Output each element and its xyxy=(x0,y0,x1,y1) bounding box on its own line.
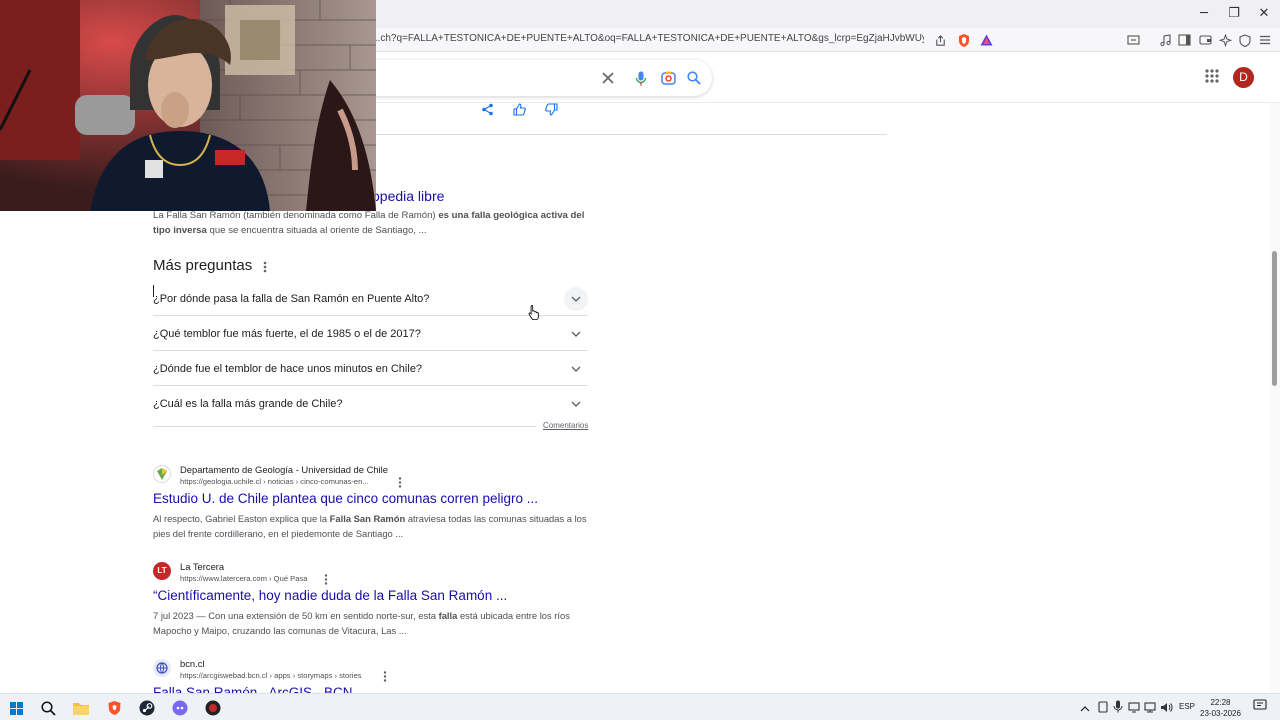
close-window-button[interactable]: ✕ xyxy=(1248,0,1280,28)
result-source: bcn.cl xyxy=(180,658,205,669)
people-also-ask-heading: Más preguntas xyxy=(153,257,253,274)
snippet-bold-text: falla xyxy=(438,610,458,621)
maximize-button[interactable]: ❐ xyxy=(1218,0,1250,28)
result-cite: https://geologia.uchile.cl › noticias › … xyxy=(180,477,369,486)
minimize-button[interactable]: ─ xyxy=(1188,0,1220,28)
menu-icon[interactable] xyxy=(1256,31,1274,49)
paa-question-text[interactable]: ¿Por dónde pasa la falla de San Ramón en… xyxy=(153,293,429,305)
result-menu-icon[interactable] xyxy=(324,572,330,585)
more-options-icon[interactable] xyxy=(263,260,271,274)
share-icon[interactable] xyxy=(931,31,949,49)
snippet-text: 7 jul 2023 — Con una extensión de 50 km … xyxy=(153,610,439,621)
result-menu-icon[interactable] xyxy=(398,475,404,488)
feedback-link[interactable]: Comentarios xyxy=(543,421,588,430)
file-explorer-icon[interactable] xyxy=(70,697,92,719)
result-title-link[interactable]: Falla San Ramón - ArcGIS - BCN xyxy=(153,685,353,693)
search-box[interactable] xyxy=(360,60,712,96)
result-snippet: 7 jul 2023 — Con una extensión de 50 km … xyxy=(153,608,593,638)
windows-start-icon[interactable] xyxy=(5,697,27,719)
tab-search-icon[interactable] xyxy=(1124,31,1142,49)
clock-date: 23-03-2026 xyxy=(1200,709,1241,718)
webcam-overlay xyxy=(0,0,376,211)
result-source: Departamento de Geología - Universidad d… xyxy=(180,464,388,475)
tray-app-icon[interactable] xyxy=(1097,700,1111,714)
paa-question-text[interactable]: ¿Cuál es la falla más grande de Chile? xyxy=(153,398,343,410)
share-result-icon[interactable] xyxy=(481,103,495,117)
paa-question[interactable]: ¿Dónde fue el temblor de hace unos minut… xyxy=(153,351,588,386)
sidebar-icon[interactable] xyxy=(1175,31,1193,49)
input-language[interactable]: ESP xyxy=(1179,702,1195,711)
search-icon[interactable] xyxy=(685,69,703,87)
windows-taskbar: ESP 22:28 23-03-2026 xyxy=(0,693,1280,720)
result-cite: https://www.latercera.com › Qué Pasa xyxy=(180,574,308,583)
result-title-link[interactable]: Estudio U. de Chile plantea que cinco co… xyxy=(153,491,538,506)
thumbs-up-icon[interactable] xyxy=(513,103,527,117)
network-icon[interactable] xyxy=(1144,700,1158,714)
result-cite: https://arcgiswebad.bcn.cl › apps › stor… xyxy=(180,671,362,680)
thumbs-down-icon[interactable] xyxy=(545,103,559,117)
paa-question-text[interactable]: ¿Dónde fue el temblor de hace unos minut… xyxy=(153,363,422,375)
scrollbar-thumb[interactable] xyxy=(1272,251,1277,386)
brave-rewards-icon[interactable] xyxy=(977,31,995,49)
result-menu-icon[interactable] xyxy=(383,669,389,682)
system-clock[interactable]: 22:28 23-03-2026 xyxy=(1198,697,1243,719)
snippet-text: Al respecto, Gabriel Easton explica que … xyxy=(153,513,330,524)
url-text[interactable]: ...ch?q=FALLA+TESTONICA+DE+PUENTE+ALTO&o… xyxy=(372,33,924,44)
discord-icon[interactable] xyxy=(169,697,191,719)
chevron-down-icon[interactable] xyxy=(564,392,588,416)
microphone-icon[interactable] xyxy=(632,69,650,87)
latercera-favicon: LT xyxy=(153,562,171,580)
hand-cursor-icon xyxy=(528,304,542,322)
volume-icon[interactable] xyxy=(1160,700,1174,714)
clock-time: 22:28 xyxy=(1210,698,1231,707)
snippet-text: que se encuentra situada al oriente de S… xyxy=(206,225,427,236)
search-taskbar-icon[interactable] xyxy=(37,697,59,719)
result-source: La Tercera xyxy=(180,561,225,572)
lens-icon[interactable] xyxy=(659,69,677,87)
page-scrollbar[interactable] xyxy=(1270,103,1280,693)
tray-overflow-icon[interactable] xyxy=(1080,700,1094,714)
brave-shields-icon[interactable] xyxy=(955,31,973,49)
wikipedia-snippet: La Falla San Ramón (también denominada c… xyxy=(153,208,585,238)
section-divider xyxy=(376,134,887,135)
result-snippet: Al respecto, Gabriel Easton explica que … xyxy=(153,511,593,541)
bcn-favicon xyxy=(153,659,171,677)
clear-search-icon[interactable] xyxy=(599,69,617,87)
steam-icon[interactable] xyxy=(136,697,158,719)
wallet-icon[interactable] xyxy=(1196,31,1214,49)
vpn-icon[interactable] xyxy=(1236,31,1254,49)
google-apps-icon[interactable] xyxy=(1205,69,1223,87)
display-tray-icon[interactable] xyxy=(1128,700,1142,714)
wikipedia-result-title[interactable]: opedia libre xyxy=(372,188,444,204)
paa-question[interactable]: ¿Qué temblor fue más fuerte, el de 1985 … xyxy=(153,316,588,351)
uchile-favicon xyxy=(153,465,171,483)
paa-question-text[interactable]: ¿Qué temblor fue más fuerte, el de 1985 … xyxy=(153,328,421,340)
paa-question[interactable]: ¿Cuál es la falla más grande de Chile? xyxy=(153,386,588,421)
paa-question[interactable]: ¿Por dónde pasa la falla de San Ramón en… xyxy=(153,281,588,316)
notifications-icon[interactable] xyxy=(1253,699,1267,713)
result-title-link[interactable]: “Científicamente, hoy nadie duda de la F… xyxy=(153,588,507,603)
microphone-tray-icon[interactable] xyxy=(1113,700,1127,714)
account-avatar[interactable]: D xyxy=(1233,67,1254,88)
snippet-bold-text: Falla San Ramón xyxy=(329,513,406,524)
chevron-down-icon[interactable] xyxy=(564,287,588,311)
feedback-divider xyxy=(153,426,536,427)
snippet-text: La Falla San Ramón (también denominada c… xyxy=(153,210,439,221)
media-icon[interactable] xyxy=(1156,31,1174,49)
brave-browser-icon[interactable] xyxy=(103,697,125,719)
chevron-down-icon[interactable] xyxy=(564,322,588,346)
leo-ai-icon[interactable] xyxy=(1216,31,1234,49)
chevron-down-icon[interactable] xyxy=(564,357,588,381)
obs-icon[interactable] xyxy=(202,697,224,719)
